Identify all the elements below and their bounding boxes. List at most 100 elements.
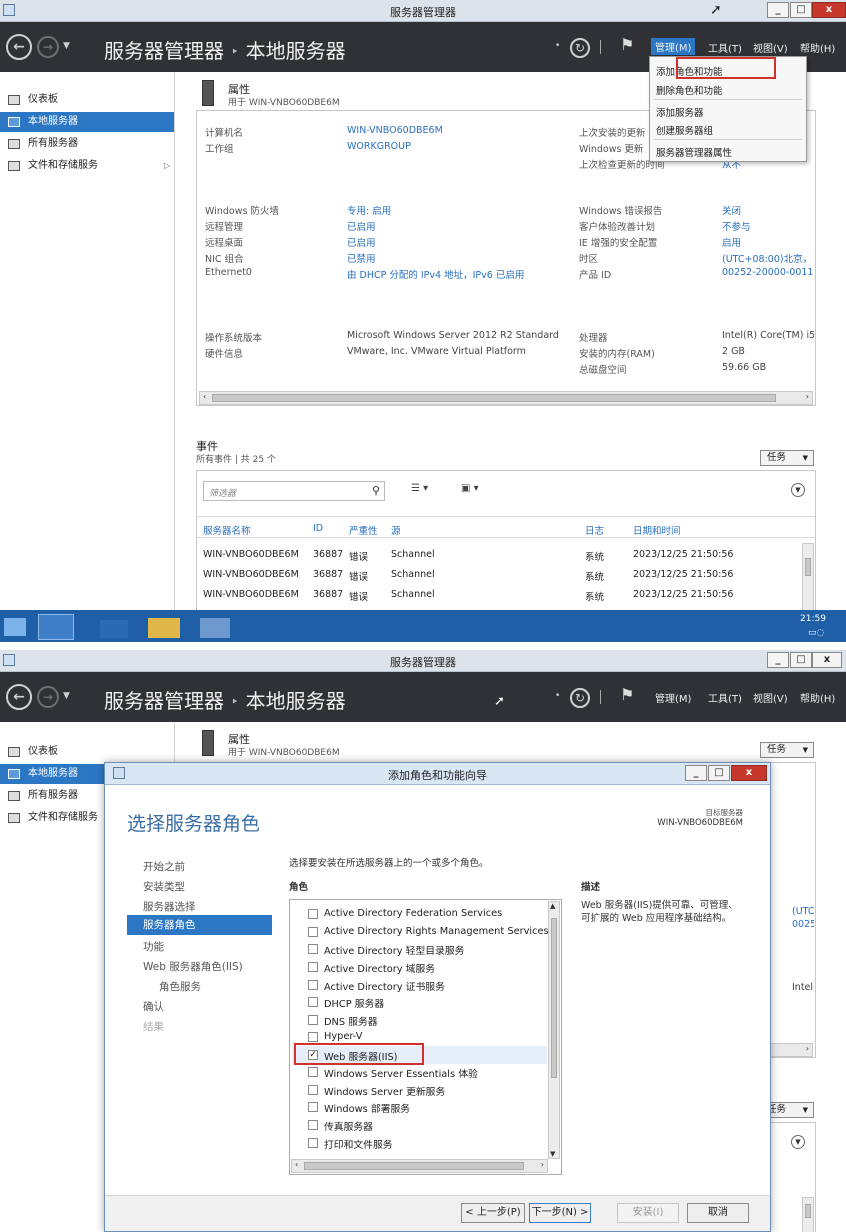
col-header-severity[interactable]: 严重性 bbox=[349, 523, 378, 537]
role-checkbox[interactable] bbox=[308, 980, 318, 990]
prop-value-ethernet[interactable]: 由 DHCP 分配的 IPv4 地址，IPv6 已启用 bbox=[347, 267, 524, 281]
sidebar-item-local-server[interactable]: 本地服务器 bbox=[0, 112, 174, 132]
maximize-button[interactable]: □ bbox=[790, 2, 812, 18]
dropdown-icon[interactable]: • bbox=[555, 41, 560, 51]
role-checkbox[interactable] bbox=[308, 1120, 318, 1130]
prop-value-ceip[interactable]: 不参与 bbox=[722, 219, 751, 233]
prop-value-timezone[interactable]: (UTC+08:00)北京， bbox=[792, 903, 814, 917]
sidebar-item-file-storage[interactable]: 文件和存储服务 ▷ bbox=[0, 156, 174, 176]
role-checkbox[interactable] bbox=[308, 1085, 318, 1095]
roles-vertical-scrollbar[interactable]: ▲ ▼ bbox=[548, 901, 560, 1159]
role-checkbox[interactable] bbox=[308, 1138, 318, 1148]
refresh-icon[interactable]: ↻ bbox=[570, 38, 590, 58]
prop-value-error-reporting[interactable]: 关闭 bbox=[722, 203, 741, 217]
role-item[interactable]: DNS 服务器 bbox=[308, 1014, 378, 1028]
role-item[interactable]: Active Directory Rights Management Servi… bbox=[308, 926, 549, 937]
prop-value-product-id[interactable]: 00252-20000-0011 bbox=[792, 919, 814, 930]
menu-tools[interactable]: 工具(T) bbox=[708, 40, 742, 55]
role-checkbox[interactable] bbox=[308, 1067, 318, 1077]
expand-icon[interactable]: ▼ bbox=[791, 483, 805, 497]
prop-value-remote-desktop[interactable]: 已启用 bbox=[347, 235, 376, 249]
menu-tools[interactable]: 工具(T) bbox=[708, 690, 742, 705]
roles-horizontal-scrollbar[interactable]: ‹ › bbox=[291, 1159, 548, 1173]
scroll-right-icon[interactable]: › bbox=[541, 1160, 544, 1169]
role-item[interactable]: Windows 部署服务 bbox=[308, 1101, 410, 1115]
vertical-scrollbar[interactable] bbox=[802, 1197, 814, 1232]
save-query-icon[interactable]: ▣ ▾ bbox=[461, 483, 479, 494]
role-checkbox[interactable] bbox=[308, 909, 318, 919]
breadcrumb-root[interactable]: 服务器管理器 bbox=[104, 39, 224, 63]
sidebar-item-dashboard[interactable]: 仪表板 bbox=[0, 90, 174, 110]
step-before-you-begin[interactable]: 开始之前 bbox=[143, 859, 185, 874]
role-item[interactable]: Hyper-V bbox=[308, 1031, 362, 1042]
previous-button[interactable]: < 上一步(P) bbox=[461, 1203, 525, 1223]
scroll-up-icon[interactable]: ▲ bbox=[550, 902, 555, 910]
role-checkbox[interactable] bbox=[308, 997, 318, 1007]
table-row[interactable]: WIN-VNBO60DBE6M 36887 错误 Schannel 系统 202… bbox=[197, 549, 797, 565]
menu-help[interactable]: 帮助(H) bbox=[800, 40, 835, 55]
taskbar-app-ie[interactable] bbox=[200, 618, 230, 638]
wizard-minimize-button[interactable]: _ bbox=[685, 765, 707, 781]
role-checkbox[interactable] bbox=[308, 1102, 318, 1112]
step-confirmation[interactable]: 确认 bbox=[143, 999, 164, 1014]
back-button[interactable]: ← bbox=[6, 684, 32, 710]
step-server-roles[interactable]: 服务器角色 bbox=[127, 915, 272, 935]
prop-value-timezone[interactable]: (UTC+08:00)北京， bbox=[722, 251, 814, 265]
step-server-selection[interactable]: 服务器选择 bbox=[143, 899, 196, 914]
role-checkbox[interactable] bbox=[308, 1015, 318, 1025]
search-icon[interactable]: ⚲ bbox=[372, 484, 380, 497]
scroll-thumb[interactable] bbox=[551, 918, 557, 1078]
menu-item-properties[interactable]: 服务器管理器属性 bbox=[656, 145, 732, 159]
taskbar-app-powershell[interactable] bbox=[100, 620, 128, 638]
filter-input[interactable]: 筛选器 ⚲ bbox=[203, 481, 385, 501]
role-checkbox[interactable] bbox=[308, 944, 318, 954]
prop-value-computer-name[interactable]: WIN-VNBO60DBE6M bbox=[347, 125, 443, 136]
col-header-datetime[interactable]: 日期和时间 bbox=[633, 523, 681, 537]
prop-value-ie-esc[interactable]: 启用 bbox=[722, 235, 741, 249]
step-installation-type[interactable]: 安装类型 bbox=[143, 879, 185, 894]
wizard-maximize-button[interactable]: □ bbox=[708, 765, 730, 781]
role-checkbox[interactable] bbox=[308, 927, 318, 937]
expand-icon[interactable]: ▼ bbox=[791, 1135, 805, 1149]
forward-button[interactable]: → bbox=[37, 686, 59, 708]
chevron-down-icon[interactable]: ▼ bbox=[63, 41, 70, 51]
scroll-thumb[interactable] bbox=[212, 394, 776, 402]
menu-manage[interactable]: 管理(M) bbox=[651, 38, 696, 55]
breadcrumb-root[interactable]: 服务器管理器 bbox=[104, 689, 224, 713]
table-row[interactable]: WIN-VNBO60DBE6M 36887 错误 Schannel 系统 202… bbox=[197, 569, 797, 585]
menu-item-add-server[interactable]: 添加服务器 bbox=[656, 105, 704, 119]
role-item[interactable]: Windows Server Essentials 体验 bbox=[308, 1066, 478, 1080]
start-icon[interactable] bbox=[4, 618, 26, 636]
chevron-down-icon[interactable]: ▼ bbox=[63, 691, 70, 701]
close-button[interactable]: x bbox=[812, 2, 846, 18]
refresh-icon[interactable]: ↻ bbox=[570, 688, 590, 708]
role-item[interactable]: DHCP 服务器 bbox=[308, 996, 384, 1010]
scroll-right-icon[interactable]: › bbox=[806, 392, 809, 401]
sidebar-item-dashboard[interactable]: 仪表板 bbox=[0, 742, 174, 762]
clock[interactable]: 21:59 bbox=[800, 614, 826, 624]
back-button[interactable]: ← bbox=[6, 34, 32, 60]
taskbar-app-server-manager[interactable] bbox=[38, 614, 74, 640]
role-item[interactable]: Active Directory 域服务 bbox=[308, 961, 435, 975]
notifications-flag-icon[interactable]: ⚑ bbox=[620, 35, 634, 55]
events-tasks-button[interactable]: 任务 ▼ bbox=[760, 450, 814, 466]
prop-value-product-id[interactable]: 00252-20000-0011 bbox=[722, 267, 814, 278]
role-item[interactable]: Active Directory 轻型目录服务 bbox=[308, 943, 464, 957]
next-button[interactable]: 下一步(N) > bbox=[529, 1203, 591, 1223]
maximize-button[interactable]: □ bbox=[790, 652, 812, 668]
step-features[interactable]: 功能 bbox=[143, 939, 164, 954]
vertical-scrollbar[interactable] bbox=[802, 543, 814, 615]
scroll-thumb[interactable] bbox=[805, 558, 811, 576]
dropdown-icon[interactable]: • bbox=[555, 691, 560, 701]
tray-icons[interactable]: ▭◌ bbox=[808, 628, 824, 638]
notifications-flag-icon[interactable]: ⚑ bbox=[620, 685, 634, 705]
prop-value-remote-mgmt[interactable]: 已启用 bbox=[347, 219, 376, 233]
col-header-server[interactable]: 服务器名称 bbox=[203, 523, 251, 537]
role-item[interactable]: 传真服务器 bbox=[308, 1119, 373, 1133]
step-role-services[interactable]: 角色服务 bbox=[159, 979, 201, 994]
prop-value-nic-teaming[interactable]: 已禁用 bbox=[347, 251, 376, 265]
menu-help[interactable]: 帮助(H) bbox=[800, 690, 835, 705]
prop-value-firewall[interactable]: 专用: 启用 bbox=[347, 203, 391, 217]
role-item[interactable]: 打印和文件服务 bbox=[308, 1137, 393, 1151]
forward-button[interactable]: → bbox=[37, 36, 59, 58]
